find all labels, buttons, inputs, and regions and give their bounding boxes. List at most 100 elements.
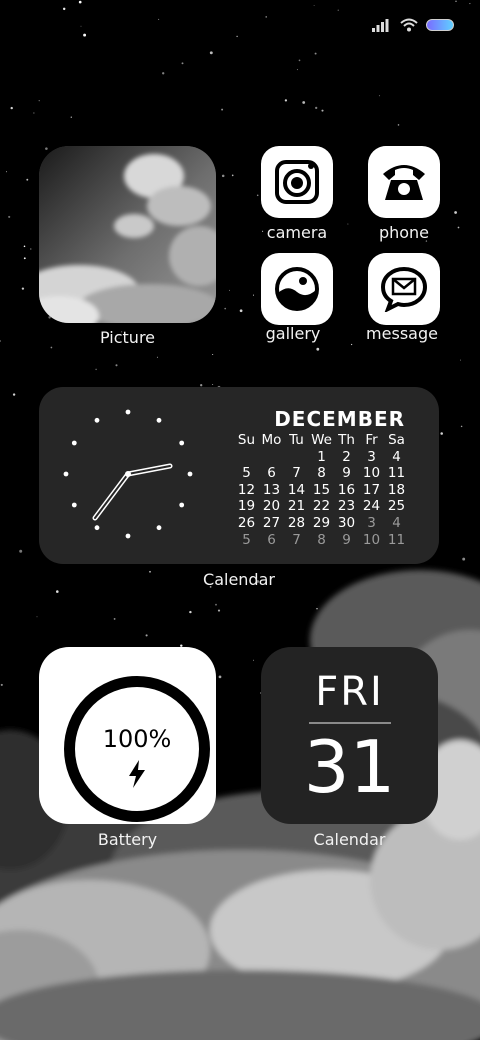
weekday-header-row: Su Mo Tu We Th Fr Sa [234,432,409,449]
calendar-week-row: 26 27 28 29 30 3 4 [234,515,409,532]
message-app-button[interactable] [368,253,440,325]
star [460,359,462,361]
calendar-clock-widget[interactable]: DECEMBER Su Mo Tu We Th Fr Sa 1 2 3 4 5 6 7 8 9 10 11 12 1… [39,387,439,564]
calendar-day: 24 [362,498,381,515]
calendar-day: 25 [387,498,406,515]
star [252,294,255,296]
calendar-day: 15 [312,481,331,498]
star [19,549,23,553]
calendar-day: 4 [392,514,401,531]
calendar-day: 20 [262,498,281,515]
clock-tick [94,417,100,423]
cloud-photo [39,146,216,323]
star [83,33,87,37]
calendar-day: 23 [337,498,356,515]
calendar-day: 9 [342,465,351,482]
wifi-icon [400,18,418,32]
clock-tick [71,440,77,446]
star [316,347,320,351]
star [162,72,165,75]
star [45,147,48,150]
calendar-week-row: 5 6 7 8 9 10 11 [234,532,409,549]
battery-percent: 100% [102,725,172,753]
star [236,35,238,38]
star [347,223,349,225]
star [38,100,40,102]
weekday-label: Th [338,432,355,448]
phone-icon [383,165,425,200]
calendar-day: 11 [387,531,406,548]
star [8,215,11,218]
weekday-label: Mo [261,432,282,448]
star [457,226,460,229]
status-bar [372,18,454,32]
calendar-day: 5 [242,531,251,548]
calendar-day: 28 [287,514,306,531]
star [70,116,73,118]
calendar-day: 7 [292,465,301,482]
cellular-signal-icon [372,19,389,32]
weekday-label: Su [237,432,256,448]
star [455,0,457,3]
calendar-week-row: 19 20 21 22 23 24 25 [234,498,409,515]
calendar-day: 11 [387,465,406,482]
calendar-day: 27 [262,514,281,531]
star [313,4,315,6]
star [10,106,13,110]
battery-ring: 100% [64,676,210,822]
calendar-week-row: 12 13 14 15 16 17 18 [234,482,409,499]
calendar-grid: Su Mo Tu We Th Fr Sa 1 2 3 4 5 6 7 8 9 10 11 12 13 14 15 16 17… [234,432,409,548]
star [253,659,254,661]
calendar-day: 19 [237,498,256,515]
star [296,69,298,71]
star [78,0,82,4]
gallery-icon [275,267,319,311]
calendar-day [259,449,284,466]
clock-tick [179,440,185,446]
calendar-day: 2 [342,448,351,465]
date-widget-label: Calendar [313,830,386,849]
calendar-day: 22 [312,498,331,515]
weekday-text: FRI [315,669,384,715]
calendar-month: DECEMBER [274,407,405,431]
star [215,603,217,606]
star [158,18,160,20]
gallery-app-button[interactable] [261,253,333,325]
calendar-day: 3 [367,448,376,465]
star [80,25,82,27]
star [460,425,463,428]
star [239,309,243,313]
calendar-day: 10 [362,465,381,482]
star [314,52,317,55]
calendar-day: 6 [267,465,276,482]
camera-app-button[interactable] [261,146,333,218]
date-widget[interactable]: FRI 31 [261,647,438,824]
star [231,174,234,177]
star [33,112,35,114]
phone-app-button[interactable] [368,146,440,218]
star [113,617,116,620]
star [218,675,222,679]
star [217,609,221,612]
star [21,287,25,290]
star [378,95,381,97]
calendar-day: 6 [267,531,276,548]
clock-tick [187,471,193,477]
star [284,99,288,102]
star [316,608,318,610]
clock-tick [125,409,131,415]
star [315,106,318,110]
calendar-day: 4 [392,448,401,465]
star [156,356,158,358]
message-label: message [366,324,438,343]
clock-tick [156,525,162,531]
calendar-day: 12 [237,481,256,498]
picture-widget[interactable] [39,146,216,323]
star [0,683,3,686]
star [265,16,267,18]
calendar-week-row: 1234 [234,449,409,466]
calendar-day: 18 [387,481,406,498]
calendar-day: 8 [317,465,326,482]
battery-widget[interactable]: 100% [39,647,216,824]
picture-label: Picture [99,328,156,347]
